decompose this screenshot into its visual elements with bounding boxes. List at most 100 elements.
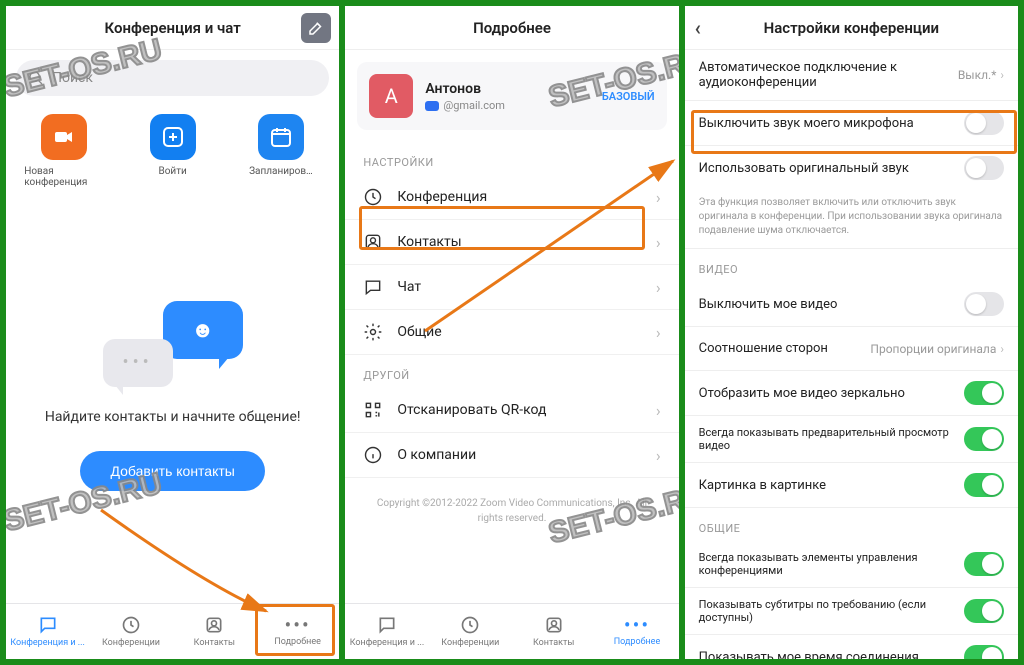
contacts-icon	[204, 615, 224, 635]
row-label: Общие	[397, 324, 441, 340]
avatar: А	[369, 74, 413, 118]
toggle[interactable]	[964, 427, 1004, 451]
search-input[interactable]: Поиск	[16, 60, 329, 96]
tab-chat[interactable]: Конференция и ...	[6, 604, 89, 659]
row-general[interactable]: Общие ›	[345, 310, 678, 355]
action-label: Новая конференция	[24, 166, 104, 188]
gear-icon	[363, 322, 383, 342]
toggle-original-sound[interactable]	[964, 156, 1004, 180]
row-contacts[interactable]: Контакты ›	[345, 220, 678, 265]
toggle[interactable]	[964, 552, 1004, 576]
screen-home: Конференция и чат Поиск Новая конференци…	[6, 6, 339, 659]
row-conference[interactable]: Конференция ›	[345, 175, 678, 220]
row-captions[interactable]: Показывать субтитры по требованию (если …	[685, 588, 1018, 635]
row-always-controls[interactable]: Всегда показывать элементы управления ко…	[685, 541, 1018, 588]
row-scan-qr[interactable]: Отсканировать QR-код ›	[345, 388, 678, 433]
row-label: Контакты	[397, 234, 461, 250]
row-mute-mic[interactable]: Выключить звук моего микрофона	[685, 101, 1018, 146]
tab-meetings[interactable]: Конференции	[89, 604, 172, 659]
calendar-icon	[258, 114, 304, 160]
profile-email-text: @gmail.com	[443, 99, 505, 112]
row-label: Выключить мое видео	[699, 297, 956, 312]
toggle[interactable]	[964, 381, 1004, 405]
toggle[interactable]	[964, 645, 1004, 659]
row-label: Всегда показывать элементы управления ко…	[699, 551, 956, 577]
chevron-right-icon: ›	[656, 278, 661, 297]
chevron-right-icon: ›	[656, 446, 661, 465]
clock-icon	[460, 615, 480, 635]
row-preview[interactable]: Всегда показывать предварительный просмо…	[685, 416, 1018, 463]
toggle[interactable]	[964, 473, 1004, 497]
row-aspect[interactable]: Соотношение сторон Пропорции оригинала›	[685, 327, 1018, 371]
qr-icon	[363, 400, 383, 420]
row-label: Показывать мое время соединения	[699, 650, 956, 660]
row-pip[interactable]: Картинка в картинке	[685, 463, 1018, 508]
chat-icon	[38, 615, 58, 635]
toggle[interactable]	[964, 599, 1004, 623]
screen-settings: ‹ Настройки конференции Автоматическое п…	[685, 6, 1018, 659]
info-icon	[363, 445, 383, 465]
row-connection-time[interactable]: Показывать мое время соединения	[685, 635, 1018, 659]
tab-label: Подробнее	[274, 637, 321, 647]
tab-contacts[interactable]: Контакты	[512, 604, 595, 659]
action-join[interactable]: Войти	[133, 114, 213, 188]
row-audio-auto[interactable]: Автоматическое подключение к аудиоконфер…	[685, 50, 1018, 101]
tab-contacts[interactable]: Контакты	[173, 604, 256, 659]
row-value: Выкл.*›	[958, 68, 1004, 82]
row-value: Пропорции оригинала›	[870, 342, 1004, 356]
tab-more[interactable]: ••• Подробнее	[595, 604, 678, 659]
profile-card[interactable]: А Антонов @gmail.com БАЗОВЫЙ	[357, 62, 666, 130]
tab-more[interactable]: ••• Подробнее	[256, 604, 339, 659]
row-disable-video[interactable]: Выключить мое видео	[685, 282, 1018, 327]
tab-chat[interactable]: Конференция и ...	[345, 604, 428, 659]
header: Подробнее	[345, 6, 678, 50]
chat-icon	[377, 615, 397, 635]
camera-mini-icon	[425, 101, 439, 111]
row-label: Соотношение сторон	[699, 341, 863, 356]
search-icon	[28, 70, 44, 86]
video-icon	[41, 114, 87, 160]
row-label: Автоматическое подключение к аудиоконфер…	[699, 60, 950, 90]
tab-label: Контакты	[194, 638, 235, 648]
plus-icon	[150, 114, 196, 160]
header-title: Конференция и чат	[105, 19, 241, 37]
back-button[interactable]: ‹	[695, 16, 701, 40]
row-mirror[interactable]: Отобразить мое видео зеркально	[685, 371, 1018, 416]
tab-label: Конференции	[441, 638, 499, 648]
add-contacts-button[interactable]: Добавить контакты	[80, 451, 264, 491]
chevron-right-icon: ›	[1000, 68, 1004, 82]
tab-bar: Конференция и ... Конференции Контакты •…	[6, 603, 339, 659]
toggle[interactable]	[964, 292, 1004, 316]
tab-label: Конференции	[102, 638, 160, 648]
row-label: Отобразить мое видео зеркально	[699, 386, 956, 401]
chevron-right-icon: ›	[656, 323, 661, 342]
row-chat[interactable]: Чат ›	[345, 265, 678, 310]
toggle-mute-mic[interactable]	[964, 111, 1004, 135]
row-original-sound[interactable]: Использовать оригинальный звук	[685, 146, 1018, 190]
row-about[interactable]: О компании ›	[345, 433, 678, 478]
plan-badge: БАЗОВЫЙ	[602, 90, 655, 103]
contacts-icon	[363, 232, 383, 252]
header: ‹ Настройки конференции	[685, 6, 1018, 50]
action-new-meeting[interactable]: Новая конференция	[24, 114, 104, 188]
tab-label: Конференция и ...	[350, 638, 425, 648]
row-label: Использовать оригинальный звук	[699, 161, 956, 176]
empty-text: Найдите контакты и начните общение!	[45, 409, 301, 425]
row-label: Чат	[397, 279, 421, 295]
row-label: Отсканировать QR-код	[397, 402, 546, 418]
compose-button[interactable]	[301, 13, 331, 43]
header: Конференция и чат	[6, 6, 339, 50]
action-schedule[interactable]: Запланировать	[241, 114, 321, 188]
profile-name: Антонов	[425, 81, 602, 97]
tab-bar: Конференция и ... Конференции Контакты •…	[345, 603, 678, 659]
header-title: Подробнее	[473, 19, 551, 37]
settings-body: Автоматическое подключение к аудиоконфер…	[685, 50, 1018, 659]
section-video-title: ВИДЕО	[685, 249, 1018, 282]
action-label: Войти	[159, 166, 187, 177]
chat-illustration: ☻ •••	[103, 301, 243, 391]
row-label: Конференция	[397, 189, 487, 205]
section-general-title: ОБЩИЕ	[685, 508, 1018, 541]
more-icon: •••	[624, 616, 650, 634]
tab-meetings[interactable]: Конференции	[429, 604, 512, 659]
chat-icon	[363, 277, 383, 297]
